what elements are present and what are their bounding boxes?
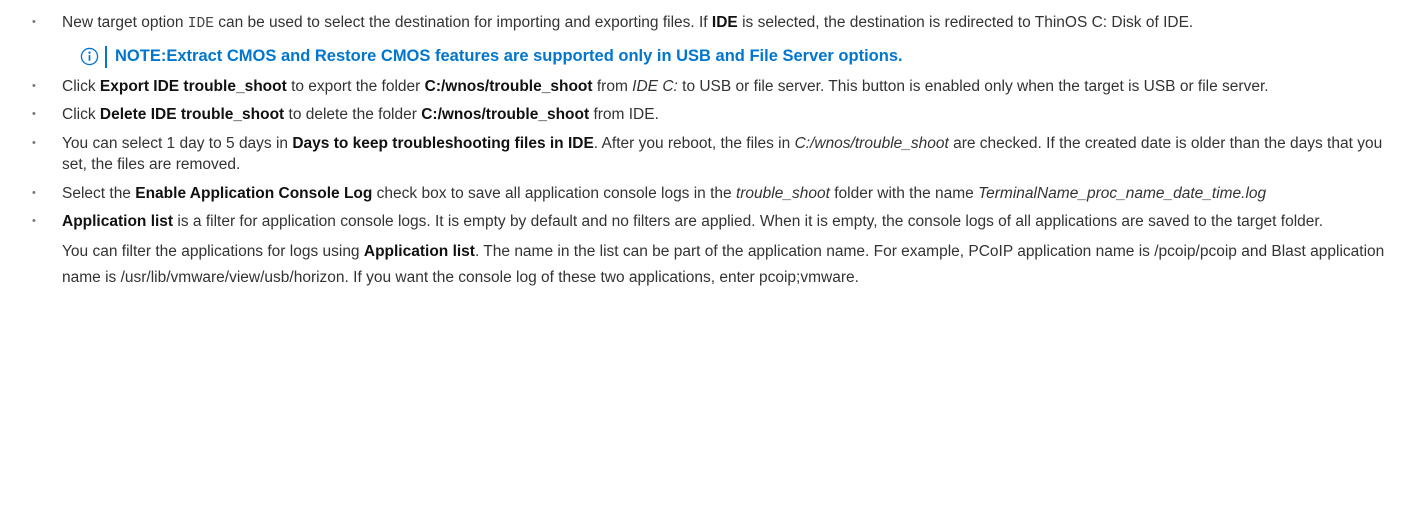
list-item: • Click Export IDE trouble_shoot to expo…	[32, 76, 1387, 98]
bold-text: C:/wnos/trouble_shoot	[421, 106, 590, 123]
bold-text: IDE	[711, 14, 738, 31]
bullet-icon: •	[32, 108, 36, 120]
bold-text: C:/wnos/trouble_shoot	[424, 77, 593, 95]
note-divider	[105, 45, 107, 68]
text: You can select 1 day to 5 days in	[62, 134, 293, 152]
note-label: NOTE:	[115, 47, 167, 65]
italic-text: trouble_shoot	[735, 184, 830, 202]
note-callout: NOTE: Extract CMOS and Restore CMOS feat…	[80, 45, 1387, 68]
italic-text: IDE C:	[632, 77, 678, 95]
text: from IDE.	[589, 106, 659, 123]
bold-text: Application list	[62, 213, 174, 230]
list-item: • Click Delete IDE trouble_shoot to dele…	[32, 104, 1387, 126]
text: to USB or file server. This button is en…	[677, 77, 1269, 95]
bullet-icon: •	[32, 215, 36, 227]
text: check box to save all application consol…	[372, 184, 736, 202]
bullet-icon: •	[32, 136, 36, 149]
document-page: • New target option IDE can be used to s…	[0, 0, 1407, 291]
italic-text: C:/wnos/trouble_shoot	[794, 134, 949, 152]
text: Click	[62, 106, 100, 123]
text: to delete the folder	[284, 106, 422, 123]
bullet-icon: •	[32, 186, 36, 199]
text: is a filter for application console logs…	[173, 213, 1324, 230]
text: Select the	[62, 184, 136, 202]
text: folder with the name	[829, 184, 979, 202]
text: is selected, the destination is redirect…	[737, 14, 1194, 31]
list-item: • You can select 1 day to 5 days in Days…	[32, 133, 1387, 176]
text: from	[592, 77, 633, 95]
bold-text: Enable Application Console Log	[135, 184, 373, 202]
bullet-icon: •	[32, 16, 36, 28]
bold-text: Days to keep troubleshooting files in ID…	[292, 134, 594, 152]
bold-text: Application list	[363, 242, 475, 260]
text: to export the folder	[286, 77, 425, 95]
feature-list-continued: • Click Export IDE trouble_shoot to expo…	[32, 76, 1387, 233]
code-text: IDE	[187, 16, 214, 32]
text: . After you reboot, the files in	[593, 134, 795, 152]
note-text: Extract CMOS and Restore CMOS features a…	[166, 47, 903, 65]
text: You can filter the applications for logs…	[62, 242, 364, 260]
bold-text: Delete IDE trouble_shoot	[99, 106, 285, 123]
text: New target option	[62, 14, 188, 31]
list-item: • Select the Enable Application Console …	[32, 183, 1387, 205]
italic-text: TerminalName_proc_name_date_time.log	[978, 184, 1267, 202]
bullet-icon: •	[32, 79, 36, 92]
feature-list: • New target option IDE can be used to s…	[32, 12, 1387, 36]
list-item: • New target option IDE can be used to s…	[32, 12, 1387, 36]
text: Click	[62, 77, 100, 95]
text: can be used to select the destination fo…	[213, 14, 712, 31]
bold-text: Export IDE trouble_shoot	[99, 77, 287, 95]
list-item: • Application list is a filter for appli…	[32, 211, 1387, 233]
paragraph: You can filter the applications for logs…	[32, 239, 1387, 291]
info-circle-icon	[80, 47, 99, 66]
